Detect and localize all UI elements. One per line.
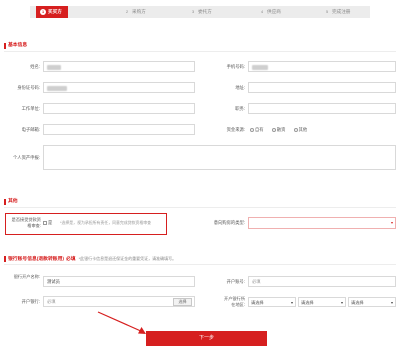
qualification-hint: *选择是，视为承担所有责任，同意完成贷款资格审查 [60,220,151,225]
step-progress-bar: 1 买买方 2 采购方 3 委托方 4 供应商 5 完成注册 [30,6,370,18]
email-label: 电子邮箱: [21,127,40,132]
bank-title: 银行账号信息(退款转账用) [8,257,64,262]
funds-source-radio-group: 自有 融资 其他 [250,127,307,133]
step-1-label: 买买方 [48,9,62,14]
step-5: 5 完成注册 [324,6,350,18]
funds-option-label: 自有 [255,127,264,132]
step-4-label: 供应商 [267,9,281,14]
idcard-input[interactable] [43,82,195,93]
checkbox-icon [43,220,47,225]
step-3-number: 3 [191,9,195,14]
qualification-option[interactable]: 是 [43,220,55,226]
step-1-number: 1 [40,8,46,15]
select-bank-button[interactable]: 选择 [173,298,192,306]
radio-icon [293,127,298,132]
account-number-input[interactable]: 必填 [248,276,396,287]
bank-section-title: 银行账号信息(退款转账用) 必填 *此银行卡信息是退还保证金的重要凭证，请准确填写。 [8,255,176,264]
step-2: 2 采购方 [124,6,146,18]
step-1: 1 买买方 [36,6,68,18]
chevron-down-icon: ▾ [390,220,393,225]
idcard-value-redacted [47,86,67,91]
bank-note: *此银行卡信息是退还保证金的重要凭证，请准确填写。 [78,256,177,261]
chevron-down-icon: ▾ [340,300,343,305]
address-label: 地址: [235,85,245,90]
bank-section-header: 银行账号信息(退款转账用) 必填 *此银行卡信息是退还保证金的重要凭证，请准确填写。 [4,255,396,265]
funds-option-label: 融资 [276,127,286,132]
name-input[interactable] [43,61,195,72]
city-select[interactable]: 请选择 ▾ [298,297,346,307]
phone-label: 手机号码: [226,64,245,69]
other-section-header: 其他 [4,198,396,208]
bank-name-label: 开户银行: [21,299,40,304]
bank-required: 必填 [65,257,76,262]
step-5-label: 完成注册 [332,9,351,14]
account-holder-value: 测试员 [47,279,60,284]
section-marker [4,43,6,49]
basic-info-section-header: 基本信息 [4,42,396,52]
position-input[interactable] [248,103,396,114]
step-4: 4 供应商 [259,6,281,18]
radio-icon [271,127,276,132]
chevron-down-icon: ▾ [290,300,293,305]
intent-type-select[interactable]: ▾ [248,217,396,229]
address-input[interactable] [248,82,396,93]
basic-info-title: 基本信息 [8,43,28,48]
name-value-redacted [47,65,61,70]
account-holder-input[interactable]: 测试员 [43,276,195,287]
account-number-label: 开户账号: [226,279,245,284]
position-label: 职务: [235,106,245,111]
step-3-label: 委托方 [198,9,212,14]
section-marker [4,256,6,262]
radio-icon [250,127,254,132]
assets-textarea[interactable] [43,145,396,170]
intent-type-label: 意向购房的类型: [213,220,245,225]
step-4-number: 4 [260,9,264,14]
qualification-checkbox-label: 是 [48,220,53,225]
bank-region-label: 开户银行所在地区: [224,296,245,307]
funds-option-other[interactable]: 其他 [293,127,308,132]
step-2-label: 采购方 [132,9,146,14]
section-marker [4,199,6,205]
province-select[interactable]: 请选择 ▾ [248,297,296,307]
funds-option-label: 其他 [298,127,308,132]
district-select[interactable]: 请选择 ▾ [348,297,396,307]
name-label: 姓名: [30,64,40,69]
account-number-placeholder: 必填 [252,279,261,284]
province-select-value: 请选择 [251,300,264,305]
assets-label: 个人资产申报: [13,155,40,160]
workplace-label: 工作单位: [21,106,40,111]
phone-input[interactable] [248,61,396,72]
step-2-number: 2 [125,9,129,14]
workplace-input[interactable] [43,103,195,114]
funds-source-label: 资金来源: [226,127,245,132]
annotation-arrow-icon [97,311,146,334]
other-title: 其他 [8,199,18,204]
next-step-button[interactable]: 下一步 [146,331,267,346]
chevron-down-icon: ▾ [390,300,393,305]
step-3: 3 委托方 [190,6,212,18]
phone-value-redacted [252,65,268,70]
section-divider [4,264,396,265]
section-divider [4,207,396,208]
district-select-value: 请选择 [351,300,364,305]
step-5-number: 5 [325,9,329,14]
account-holder-label: 银行开户名称: [13,274,40,279]
funds-option-own[interactable]: 自有 [250,127,264,132]
section-divider [4,51,396,52]
funds-option-financing[interactable]: 融资 [271,127,286,132]
bank-name-placeholder: 必填 [47,299,56,304]
qualification-label: 是否接受贷款资格审查: [11,217,41,228]
idcard-label: 身份证号码: [17,85,40,90]
city-select-value: 请选择 [301,300,314,305]
email-input[interactable] [43,124,195,135]
